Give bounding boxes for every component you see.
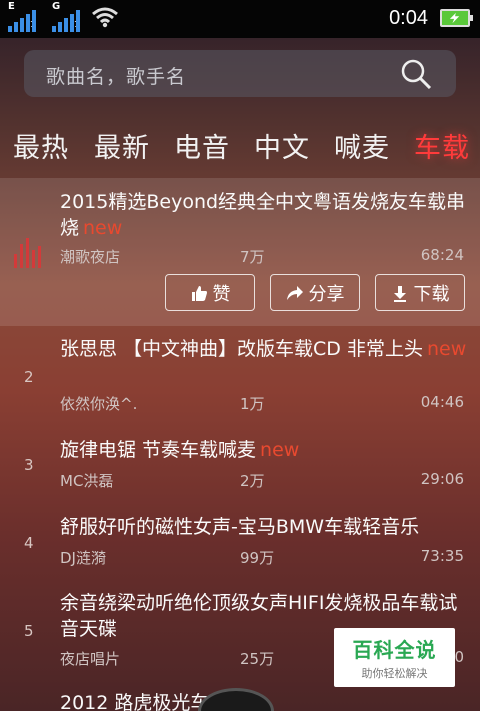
song-plays: 1万	[240, 395, 265, 413]
song-artist: 潮歌夜店	[60, 248, 121, 266]
song-title: 旋律电锯 节奏车载喊麦 new	[60, 439, 300, 461]
watermark-logo: 百科全说 助你轻松解决	[334, 628, 455, 687]
watermark-title: 百科全说	[352, 638, 437, 662]
song-index: 4	[24, 534, 34, 552]
song-title: 2015精选Beyond经典全中文粤语发烧友车载串烧 new	[60, 191, 466, 239]
song-title: 舒服好听的磁性女声-宝马BMW车载轻音乐	[60, 516, 420, 538]
song-plays: 99万	[240, 549, 275, 567]
tab-mc[interactable]: 喊麦	[334, 126, 390, 165]
playing-equalizer-icon	[14, 238, 46, 268]
thumbs-up-icon	[191, 285, 207, 301]
list-item[interactable]: 4 舒服好听的磁性女声-宝马BMW车载轻音乐 DJ涟漪 99万 73:35	[0, 498, 480, 576]
watermark-subtitle: 助你轻松解决	[361, 667, 428, 680]
song-index: 5	[24, 622, 34, 640]
song-plays: 25万	[240, 650, 275, 668]
clock: 0:04	[389, 7, 428, 29]
song-duration: 73:35	[420, 547, 464, 565]
tab-hottest[interactable]: 最热	[13, 126, 69, 165]
song-duration: 0	[454, 648, 464, 666]
download-button[interactable]: 下载	[375, 274, 465, 311]
song-duration: 68:24	[420, 246, 464, 264]
search-placeholder: 歌曲名，歌手名	[46, 66, 187, 88]
share-button[interactable]: 分享	[270, 274, 360, 311]
song-plays: 7万	[240, 248, 265, 266]
share-arrow-icon	[286, 285, 303, 300]
tab-newest[interactable]: 最新	[94, 126, 150, 165]
tab-car[interactable]: 车载	[414, 126, 470, 165]
song-artist: DJ涟漪	[60, 549, 106, 567]
tab-chinese[interactable]: 中文	[254, 126, 310, 165]
signal-icon-sim2: G 1	[48, 0, 92, 38]
song-index: 2	[24, 368, 34, 386]
like-button[interactable]: 赞	[165, 274, 255, 311]
list-item[interactable]: 2 张思思 【中文神曲】改版车载CD 非常上头 new 依然你涣^. 1万 04:…	[0, 326, 480, 418]
download-label: 下载	[413, 283, 450, 305]
list-item[interactable]: 2015精选Beyond经典全中文粤语发烧友车载串烧 new 潮歌夜店 7万 68…	[0, 178, 480, 326]
song-artist: 夜店唱片	[60, 650, 121, 668]
new-badge: new	[260, 439, 300, 461]
like-label: 赞	[212, 283, 231, 305]
list-item[interactable]: 3 旋律电锯 节奏车载喊麦 new MC洪磊 2万 29:06	[0, 418, 480, 498]
battery-charging-icon	[440, 9, 473, 27]
search-icon[interactable]	[400, 59, 432, 89]
share-label: 分享	[308, 283, 345, 305]
search-input[interactable]: 歌曲名，歌手名	[24, 50, 456, 97]
song-title: 张思思 【中文神曲】改版车载CD 非常上头 new	[60, 338, 467, 360]
signal-icon-sim1: E 1	[0, 0, 44, 38]
category-tabs: 最热 最新 电音 中文 喊麦 车载	[0, 116, 480, 176]
song-actions: 赞 分享 下载	[165, 274, 465, 311]
download-icon	[393, 285, 406, 302]
wifi-icon	[92, 7, 118, 28]
song-index: 3	[24, 456, 34, 474]
new-badge: new	[83, 217, 123, 239]
song-duration: 04:46	[420, 393, 464, 411]
tab-electronic[interactable]: 电音	[174, 126, 230, 165]
song-duration: 29:06	[420, 470, 464, 488]
song-artist: 依然你涣^.	[60, 395, 138, 413]
song-artist: MC洪磊	[60, 472, 114, 490]
song-plays: 2万	[240, 472, 265, 490]
status-bar: E 1 G 1 0:04	[0, 0, 480, 38]
new-badge: new	[426, 338, 467, 360]
